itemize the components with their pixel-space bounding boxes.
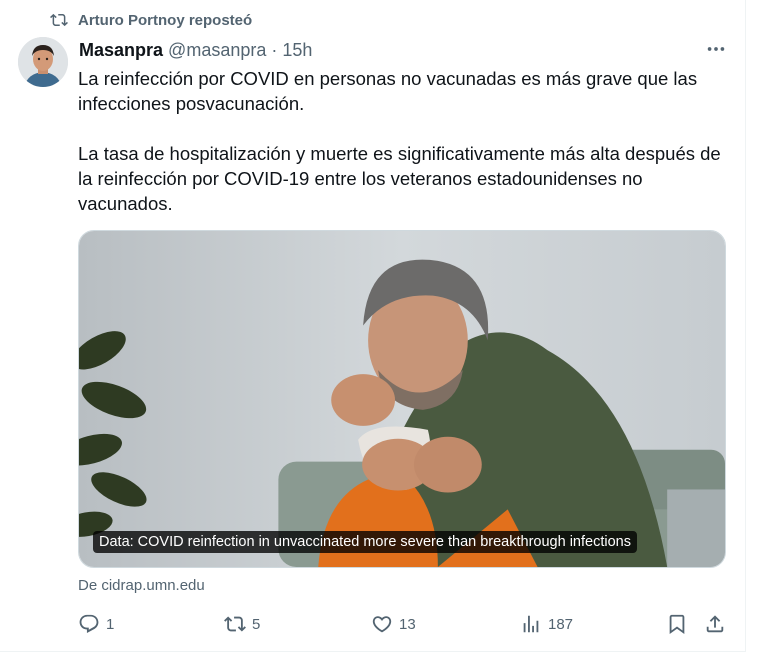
tweet-paragraph: La reinfección por COVID en personas no … xyxy=(78,68,698,114)
share-icon xyxy=(706,615,724,633)
repost-icon xyxy=(50,13,68,27)
display-name[interactable]: Masanpra xyxy=(79,40,163,61)
view-count: 187 xyxy=(548,615,574,633)
bookmark-button[interactable] xyxy=(666,610,688,638)
repost-text: Arturo Portnoy reposteó xyxy=(78,11,253,29)
user-handle[interactable]: @masanpra xyxy=(168,40,266,61)
repost-indicator[interactable]: Arturo Portnoy reposteó xyxy=(50,11,252,29)
source-link[interactable]: De cidrap.umn.edu xyxy=(78,577,205,594)
image-caption: Data: COVID reinfection in unvaccinated … xyxy=(93,531,637,553)
more-icon xyxy=(707,47,725,51)
more-options-button[interactable] xyxy=(700,36,732,62)
heart-icon xyxy=(372,616,392,633)
repost-icon xyxy=(224,616,246,632)
like-count: 13 xyxy=(399,615,416,633)
tweet-text: La reinfección por COVID en personas no … xyxy=(78,66,728,216)
share-button[interactable] xyxy=(704,610,726,638)
tweet-paragraph: La tasa de hospitalización y muerte es s… xyxy=(78,143,721,214)
bookmark-icon xyxy=(669,614,685,635)
reply-button[interactable]: 1 xyxy=(78,610,114,638)
avatar[interactable] xyxy=(18,37,68,87)
separator: · xyxy=(271,40,278,60)
like-button[interactable]: 13 xyxy=(371,610,416,638)
tweet-image[interactable]: Data: COVID reinfection in unvaccinated … xyxy=(78,230,726,568)
views-button[interactable]: 187 xyxy=(520,610,573,638)
reply-icon xyxy=(79,614,99,633)
tweet-card[interactable]: Arturo Portnoy reposteó Masanpra @masanp… xyxy=(0,0,746,652)
reply-count: 1 xyxy=(106,615,115,633)
sick-man-photo xyxy=(79,231,725,567)
views-chart-icon xyxy=(523,615,539,633)
repost-button[interactable]: 5 xyxy=(224,610,260,638)
action-bar: 1 5 13 187 xyxy=(78,610,728,638)
timestamp[interactable]: 15h xyxy=(282,40,312,61)
repost-count: 5 xyxy=(252,615,261,633)
avatar-image xyxy=(18,37,68,87)
tweet-header: Masanpra @masanpra · 15h xyxy=(79,40,312,61)
